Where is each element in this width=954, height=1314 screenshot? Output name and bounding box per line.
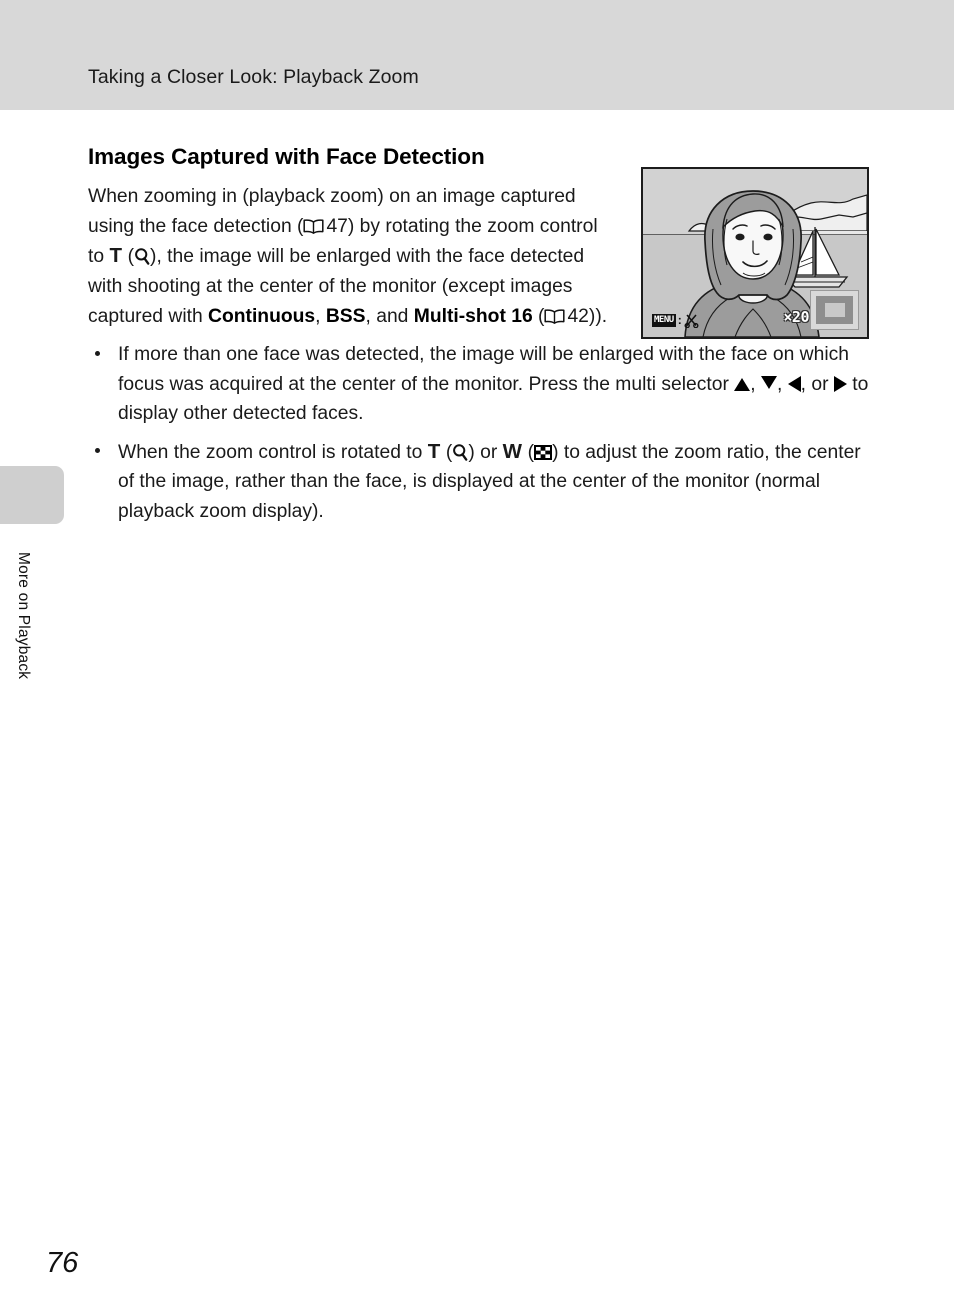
bullet-2-sep-3: ( bbox=[522, 441, 535, 463]
bullet-2-sep-1: ( bbox=[440, 441, 453, 463]
navigation-indicator-viewport bbox=[824, 303, 845, 317]
open-book-reference-icon bbox=[303, 219, 325, 234]
zoom-ratio-readout: ×20 bbox=[783, 308, 809, 326]
bullet-dot-icon bbox=[95, 351, 100, 356]
bullet-2-text-part-1: When the zoom control is rotated to bbox=[118, 441, 428, 463]
menu-chip-label: MENU bbox=[652, 314, 676, 327]
magnifier-tele-zoom-icon bbox=[452, 444, 468, 461]
zoom-control-tele-letter: T bbox=[109, 244, 123, 268]
running-header-band: Taking a Closer Look: Playback Zoom bbox=[0, 0, 954, 110]
intro-sep-1: , bbox=[315, 305, 326, 327]
page-number: 76 bbox=[46, 1247, 79, 1279]
menu-colon-separator: : bbox=[677, 313, 682, 327]
notes-bullet-list: If more than one face was detected, the … bbox=[88, 340, 870, 535]
chapter-thumb-tab-label: More on Playback bbox=[15, 552, 32, 680]
intro-paragraph: When zooming in (playback zoom) on an im… bbox=[88, 186, 608, 327]
navigation-indicator-frame bbox=[816, 296, 853, 324]
bullet-1-sep-1: , bbox=[750, 373, 761, 395]
intro-sep-2: , and bbox=[365, 305, 414, 327]
camera-monitor-illustration: MENU : ×20 bbox=[641, 167, 869, 339]
scissors-icon bbox=[684, 313, 699, 328]
multi-selector-up-icon bbox=[734, 377, 751, 391]
open-book-reference-icon bbox=[544, 308, 566, 324]
chapter-thumb-tab bbox=[0, 466, 64, 524]
bullet-1-sep-3: , or bbox=[800, 373, 834, 395]
intro-reference-page-1: 47 bbox=[326, 215, 348, 237]
bullet-dot-icon bbox=[95, 447, 100, 453]
list-item: When the zoom control is rotated to T ( … bbox=[88, 437, 870, 527]
bullet-1-sep-2: , bbox=[776, 373, 788, 395]
magnifier-tele-zoom-icon bbox=[134, 248, 150, 266]
thumbnail-wide-zoom-icon bbox=[534, 444, 553, 460]
intro-text-part-5: )). bbox=[588, 305, 608, 327]
multi-selector-right-icon bbox=[833, 375, 847, 392]
intro-reference-page-2: 42 bbox=[567, 305, 589, 327]
mode-bss-label: BSS bbox=[325, 305, 366, 327]
mode-continuous-label: Continuous bbox=[208, 305, 316, 327]
navigation-indicator-icon bbox=[810, 290, 859, 330]
menu-crop-hint-badge: MENU : bbox=[652, 313, 699, 328]
list-item: If more than one face was detected, the … bbox=[88, 340, 870, 429]
multi-selector-left-icon bbox=[787, 375, 801, 392]
multi-selector-down-icon bbox=[760, 375, 777, 389]
zoom-control-tele-letter: T bbox=[427, 439, 441, 463]
running-header-title: Taking a Closer Look: Playback Zoom bbox=[88, 66, 419, 88]
mode-multishot16-label: Multi-shot 16 bbox=[413, 305, 533, 327]
bullet-2-sep-2: ) or bbox=[468, 441, 503, 463]
intro-text-part-4: ( bbox=[532, 305, 545, 327]
zoom-control-wide-letter: W bbox=[502, 439, 523, 463]
section-heading: Images Captured with Face Detection bbox=[88, 143, 485, 169]
